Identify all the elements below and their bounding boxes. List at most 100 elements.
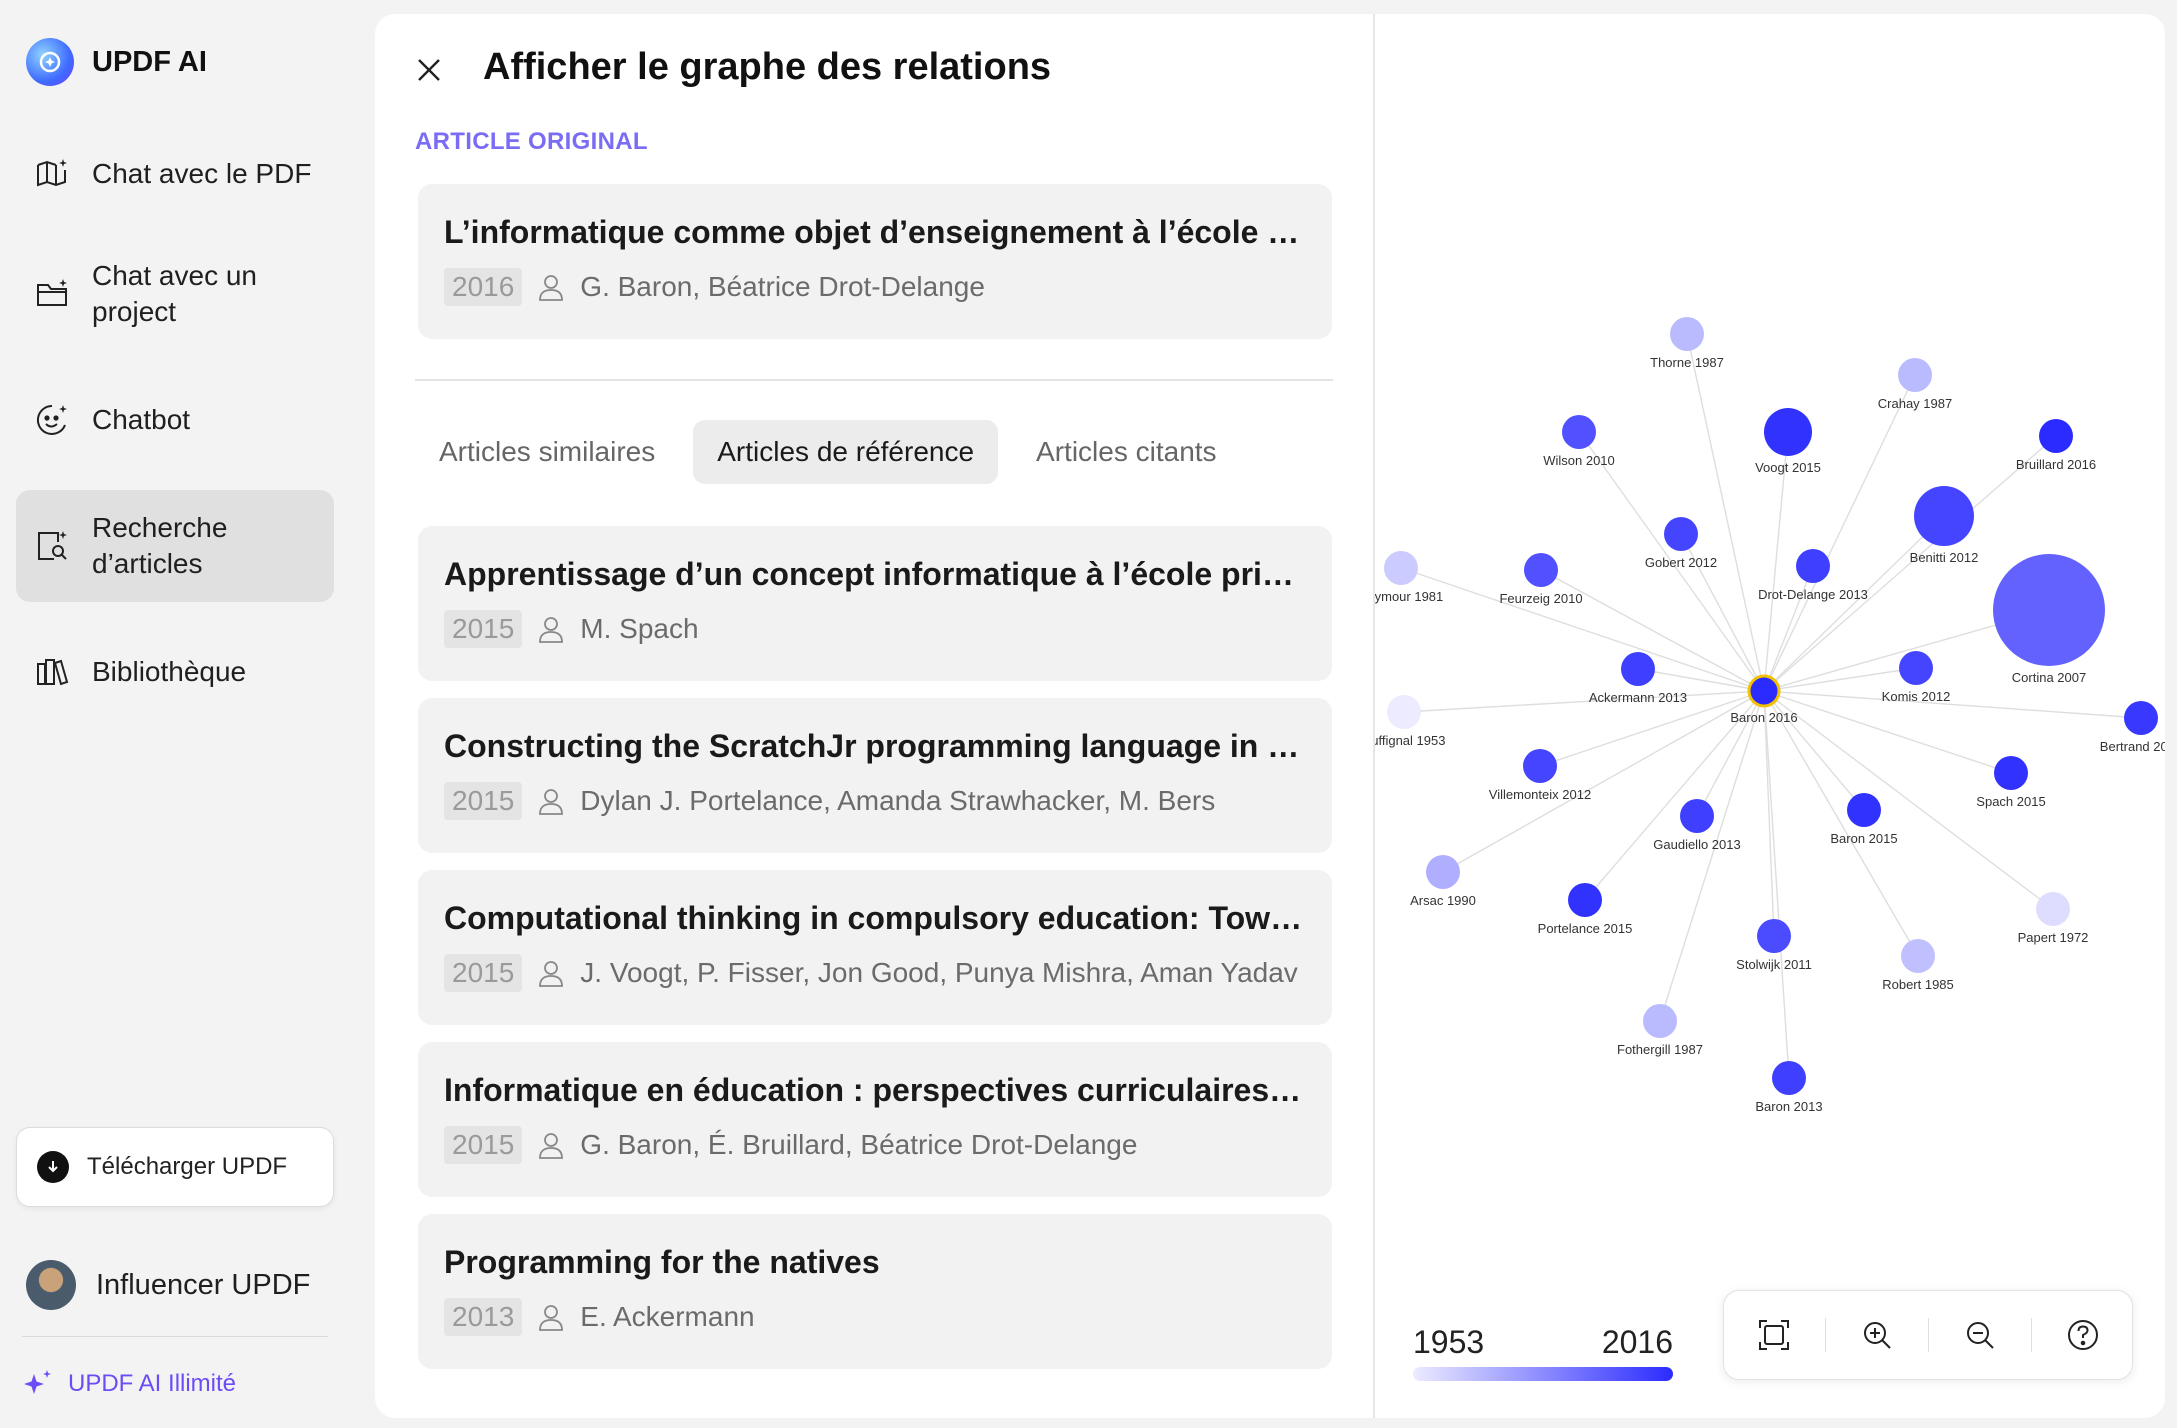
download-icon: [37, 1151, 69, 1183]
graph-node[interactable]: Feurzeig 2010: [1499, 553, 1583, 606]
download-updf-button[interactable]: Télécharger UPDF: [16, 1127, 334, 1207]
graph-node-circle[interactable]: [1901, 939, 1935, 973]
sidebar-item-library[interactable]: Bibliothèque: [16, 644, 334, 700]
graph-node[interactable]: Villemonteix 2012: [1489, 749, 1591, 802]
graph-node-circle[interactable]: [1523, 749, 1557, 783]
graph-node-circle[interactable]: [1562, 415, 1596, 449]
graph-node-circle[interactable]: [1764, 408, 1812, 456]
graph-edge: [1763, 690, 1919, 957]
original-article-card[interactable]: L’informatique comme objet d’enseignemen…: [418, 184, 1332, 339]
graph-node-circle[interactable]: [1899, 651, 1933, 685]
list-item[interactable]: Programming for the natives 2013 E. Acke…: [418, 1214, 1332, 1369]
graph-node-circle[interactable]: [1568, 883, 1602, 917]
article-authors: G. Baron, Béatrice Drot-Delange: [580, 271, 985, 302]
upgrade-link[interactable]: UPDF AI Illimité: [22, 1368, 236, 1400]
sparkle-icon: [24, 1370, 51, 1394]
graph-node-circle[interactable]: [1643, 1004, 1677, 1038]
folder-icon: [37, 279, 67, 306]
graph-node[interactable]: Cortina 2007: [1993, 554, 2105, 685]
graph-node-label: Baron 2015: [1830, 831, 1897, 846]
zoom-in-button[interactable]: [1857, 1315, 1897, 1355]
list-item[interactable]: Computational thinking in compulsory edu…: [418, 870, 1332, 1025]
user-profile[interactable]: Influencer UPDF: [26, 1260, 310, 1310]
close-icon[interactable]: [413, 54, 445, 86]
graph-node[interactable]: Thorne 1987: [1650, 317, 1724, 370]
download-label: Télécharger UPDF: [87, 1153, 288, 1180]
graph-node[interactable]: Crahay 1987: [1878, 358, 1952, 411]
brand[interactable]: UPDF AI: [26, 38, 207, 86]
graph-node[interactable]: Stolwijk 2011: [1736, 919, 1812, 972]
sidebar-item-chat-project[interactable]: Chat avec un project: [16, 254, 334, 334]
graph-node-circle[interactable]: [1384, 551, 1418, 585]
graph-node-circle[interactable]: [1914, 486, 1974, 546]
graph-node-circle[interactable]: [2124, 701, 2158, 735]
graph-node-circle[interactable]: [1680, 799, 1714, 833]
sidebar-item-label: Recherche d’articles: [92, 512, 228, 579]
graph-node[interactable]: Baron 2015: [1830, 793, 1898, 846]
graph-node[interactable]: Wilson 2010: [1543, 415, 1615, 468]
graph-node-circle[interactable]: [2039, 419, 2073, 453]
graph-edge: [1400, 567, 1765, 692]
graph-node[interactable]: Gobert 2012: [1645, 517, 1717, 570]
article-authors: M. Spach: [580, 613, 699, 644]
graph-node-circle[interactable]: [1664, 517, 1698, 551]
zoom-out-button[interactable]: [1960, 1315, 2000, 1355]
graph-node-circle[interactable]: [1994, 756, 2028, 790]
legend-gradient-bar: [1413, 1367, 1673, 1381]
graph-node-label: Seymour 1981: [1375, 589, 1443, 604]
article-year: 2015: [444, 1126, 523, 1164]
graph-node-circle[interactable]: [1670, 317, 1704, 351]
graph-node[interactable]: Buffignal 1953: [1375, 695, 1445, 748]
graph-node[interactable]: Benitti 2012: [1910, 486, 1979, 565]
graph-node[interactable]: Komis 2012: [1882, 651, 1951, 704]
graph-node-circle[interactable]: [2036, 892, 2070, 926]
graph-node-circle[interactable]: [1847, 793, 1881, 827]
graph-node[interactable]: Bruillard 2016: [2016, 419, 2096, 472]
toolbar-separator: [1824, 1318, 1826, 1352]
sidebar-item-article-search[interactable]: Recherche d’articles: [16, 490, 334, 602]
graph-node-label: Benitti 2012: [1910, 550, 1979, 565]
graph-node-circle[interactable]: [1747, 674, 1781, 708]
help-button[interactable]: [2063, 1315, 2103, 1355]
graph-node-circle[interactable]: [1387, 695, 1421, 729]
graph-node[interactable]: Fothergill 1987: [1617, 1004, 1703, 1057]
sidebar-item-chat-pdf[interactable]: Chat avec le PDF: [16, 146, 334, 202]
fit-view-button[interactable]: [1754, 1315, 1794, 1355]
graph-node-label: Robert 1985: [1882, 977, 1954, 992]
graph-node-label: Baron 2013: [1755, 1099, 1822, 1114]
graph-node-circle[interactable]: [1796, 549, 1830, 583]
graph-node-circle[interactable]: [1621, 652, 1655, 686]
list-item[interactable]: Informatique en éducation : perspectives…: [418, 1042, 1332, 1197]
graph-node-label: Bruillard 2016: [2016, 457, 2096, 472]
relation-graph[interactable]: Thorne 1987 Crahay 1987 Wilson 2010 Voogt 2…: [1375, 14, 2165, 1418]
graph-node[interactable]: Voogt 2015: [1755, 408, 1821, 475]
graph-node-circle[interactable]: [1757, 919, 1791, 953]
graph-node-circle[interactable]: [1898, 358, 1932, 392]
graph-node[interactable]: Papert 1972: [2018, 892, 2089, 945]
graph-node-circle[interactable]: [1993, 554, 2105, 666]
graph-node[interactable]: Bertrand 2014: [2100, 701, 2165, 754]
graph-node-circle[interactable]: [1524, 553, 1558, 587]
article-year: 2015: [444, 610, 523, 648]
user-name: Influencer UPDF: [96, 1268, 311, 1301]
tab-citing-articles[interactable]: Articles citants: [1012, 420, 1241, 484]
graph-node-circle[interactable]: [1772, 1061, 1806, 1095]
graph-node-label: Voogt 2015: [1755, 460, 1821, 475]
legend-max-year: 2016: [1601, 1324, 1673, 1360]
list-item[interactable]: Apprentissage d’un concept informatique …: [418, 526, 1332, 681]
article-title: Computational thinking in compulsory edu…: [444, 900, 1306, 936]
tab-similar-articles[interactable]: Articles similaires: [415, 420, 679, 484]
graph-node[interactable]: Arsac 1990: [1410, 855, 1476, 908]
graph-node-label: Stolwijk 2011: [1736, 957, 1812, 972]
graph-node-circle[interactable]: [1426, 855, 1460, 889]
article-title: Informatique en éducation : perspectives…: [444, 1072, 1306, 1108]
graph-node-label: Spach 2015: [1976, 794, 2045, 809]
list-item[interactable]: Constructing the ScratchJr programming l…: [418, 698, 1332, 853]
graph-node[interactable]: Seymour 1981: [1375, 551, 1443, 604]
graph-node[interactable]: Spach 2015: [1976, 756, 2046, 809]
graph-node[interactable]: Robert 1985: [1882, 939, 1954, 992]
graph-node[interactable]: Baron 2013: [1755, 1061, 1823, 1114]
graph-node[interactable]: Portelance 2015: [1538, 883, 1633, 936]
sidebar-item-chatbot[interactable]: Chatbot: [16, 392, 334, 448]
tab-reference-articles[interactable]: Articles de référence: [693, 420, 999, 484]
